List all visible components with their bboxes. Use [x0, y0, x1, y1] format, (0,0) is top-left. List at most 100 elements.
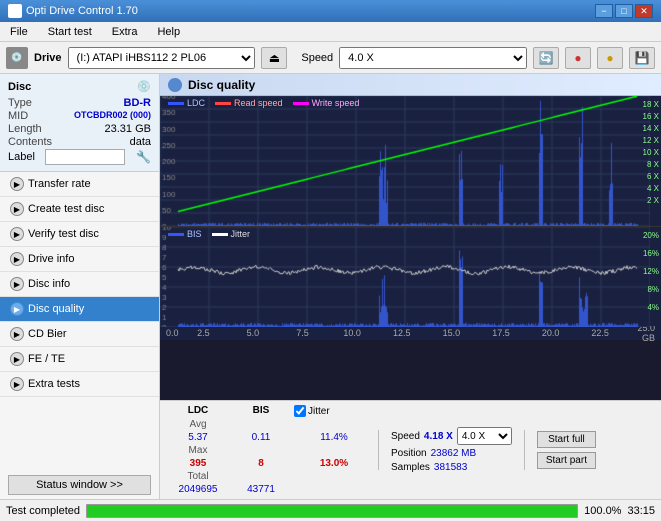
- disc-quality-icon: ▶: [10, 302, 24, 316]
- menu-start-test[interactable]: Start test: [42, 24, 98, 40]
- y-label-4pct: 4%: [647, 303, 659, 312]
- contents-value: data: [130, 136, 151, 148]
- status-window-button[interactable]: Status window >>: [8, 475, 151, 495]
- avg-bis-value: 0.11: [236, 432, 286, 443]
- y-label-2x: 2 X: [647, 196, 659, 205]
- x-label-17-5: 17.5: [476, 328, 526, 338]
- speed-pos-samples: Speed 4.18 X 4.0 X Position 23862 MB Sam…: [391, 427, 512, 473]
- total-bis-value: 43771: [236, 484, 286, 495]
- sidebar: Disc 💿 Type BD-R MID OTCBDR002 (000) Len…: [0, 74, 160, 499]
- sidebar-item-cd-bier[interactable]: ▶ CD Bier: [0, 322, 159, 347]
- progress-pct: 100.0%: [584, 505, 621, 517]
- x-label-12-5: 12.5: [377, 328, 427, 338]
- action-buttons: Start full Start part: [537, 431, 596, 469]
- samples-value: 381583: [434, 462, 467, 473]
- sidebar-label-create-test-disc: Create test disc: [28, 203, 104, 215]
- stats-grid: LDC BIS Jitter Avg 5.37 0.11 11.4% Max: [168, 405, 374, 495]
- lower-canvas: [160, 227, 650, 327]
- disc-quality-title: Disc quality: [188, 78, 255, 92]
- disc-image-icon: 💿: [137, 80, 151, 93]
- sidebar-item-create-test-disc[interactable]: ▶ Create test disc: [0, 197, 159, 222]
- bis-legend: BIS: [168, 229, 202, 239]
- jitter-label-legend: Jitter: [231, 229, 251, 239]
- menu-extra[interactable]: Extra: [106, 24, 144, 40]
- drive-icon: 💿: [6, 47, 28, 69]
- disc-quality-header: Disc quality: [160, 74, 661, 96]
- create-test-disc-icon: ▶: [10, 202, 24, 216]
- avg-label: Avg: [168, 419, 228, 430]
- statusbar: Test completed 100.0% 33:15: [0, 499, 661, 521]
- read-speed-legend: Read speed: [215, 98, 283, 108]
- samples-label: Samples: [391, 462, 430, 473]
- stats-panel: LDC BIS Jitter Avg 5.37 0.11 11.4% Max: [160, 400, 661, 499]
- y-label-6x: 6 X: [647, 172, 659, 181]
- app-title: Opti Drive Control 1.70: [26, 5, 138, 17]
- titlebar: Opti Drive Control 1.70 − □ ✕: [0, 0, 661, 22]
- ldc-col-header: LDC: [168, 405, 228, 417]
- x-label-5: 5.0: [228, 328, 278, 338]
- sidebar-item-drive-info[interactable]: ▶ Drive info: [0, 247, 159, 272]
- refresh-button[interactable]: 🔄: [533, 47, 559, 69]
- maximize-button[interactable]: □: [615, 4, 633, 18]
- transfer-rate-icon: ▶: [10, 177, 24, 191]
- sidebar-item-transfer-rate[interactable]: ▶ Transfer rate: [0, 172, 159, 197]
- label-input[interactable]: [45, 149, 125, 165]
- x-label-20: 20.0: [526, 328, 576, 338]
- label-label: Label: [8, 151, 35, 163]
- menu-file[interactable]: File: [4, 24, 34, 40]
- x-label-2-5: 2.5: [179, 328, 229, 338]
- sidebar-label-cd-bier: CD Bier: [28, 328, 67, 340]
- menubar: File Start test Extra Help: [0, 22, 661, 42]
- progress-bar: [87, 505, 577, 517]
- y-label-18x: 18 X: [643, 100, 659, 109]
- label-icon: 🔧: [136, 150, 151, 164]
- max-label: Max: [168, 445, 228, 456]
- sidebar-item-fe-te[interactable]: ▶ FE / TE: [0, 347, 159, 372]
- length-label: Length: [8, 123, 42, 135]
- verify-test-disc-icon: ▶: [10, 227, 24, 241]
- sidebar-label-transfer-rate: Transfer rate: [28, 178, 91, 190]
- upper-canvas: [160, 96, 650, 226]
- y-label-16pct: 16%: [643, 249, 659, 258]
- y-label-8x: 8 X: [647, 160, 659, 169]
- y-label-12x: 12 X: [643, 136, 659, 145]
- speed-stat-select[interactable]: 4.0 X: [457, 427, 512, 445]
- sidebar-item-verify-test-disc[interactable]: ▶ Verify test disc: [0, 222, 159, 247]
- drive-info-icon: ▶: [10, 252, 24, 266]
- close-button[interactable]: ✕: [635, 4, 653, 18]
- sidebar-item-extra-tests[interactable]: ▶ Extra tests: [0, 372, 159, 397]
- position-value: 23862 MB: [431, 448, 477, 459]
- write-speed-legend: Write speed: [293, 98, 360, 108]
- content-area: Disc quality LDC Read speed Write sp: [160, 74, 661, 499]
- max-bis-value: 8: [236, 458, 286, 469]
- x-label-22-5: 22.5: [575, 328, 625, 338]
- start-full-button[interactable]: Start full: [537, 431, 596, 448]
- mid-label: MID: [8, 110, 28, 122]
- mid-value: OTCBDR002 (000): [74, 110, 151, 122]
- sidebar-item-disc-info[interactable]: ▶ Disc info: [0, 272, 159, 297]
- jitter-label: Jitter: [308, 406, 330, 417]
- bis-label: BIS: [187, 229, 202, 239]
- save-button[interactable]: 💾: [629, 47, 655, 69]
- ldc-label: LDC: [187, 98, 205, 108]
- jitter-col-header: Jitter: [294, 405, 374, 417]
- samples-row: Samples 381583: [391, 462, 512, 473]
- position-row: Position 23862 MB: [391, 448, 512, 459]
- contents-label: Contents: [8, 136, 52, 148]
- start-part-button[interactable]: Start part: [537, 452, 596, 469]
- eject-button[interactable]: ⏏: [261, 47, 287, 69]
- speed-select[interactable]: 4.0 X: [339, 47, 527, 69]
- disc-button2[interactable]: ●: [597, 47, 623, 69]
- time-display: 33:15: [627, 505, 655, 517]
- sidebar-label-verify-test-disc: Verify test disc: [28, 228, 99, 240]
- type-value: BD-R: [124, 97, 152, 109]
- drive-select[interactable]: (I:) ATAPI iHBS112 2 PL06: [68, 47, 256, 69]
- max-ldc-value: 395: [168, 458, 228, 469]
- disc-button[interactable]: ●: [565, 47, 591, 69]
- ldc-color: [168, 102, 184, 105]
- sidebar-item-disc-quality[interactable]: ▶ Disc quality: [0, 297, 159, 322]
- jitter-checkbox[interactable]: [294, 405, 306, 417]
- speed-stat-label: Speed: [391, 431, 420, 442]
- menu-help[interactable]: Help: [151, 24, 186, 40]
- minimize-button[interactable]: −: [595, 4, 613, 18]
